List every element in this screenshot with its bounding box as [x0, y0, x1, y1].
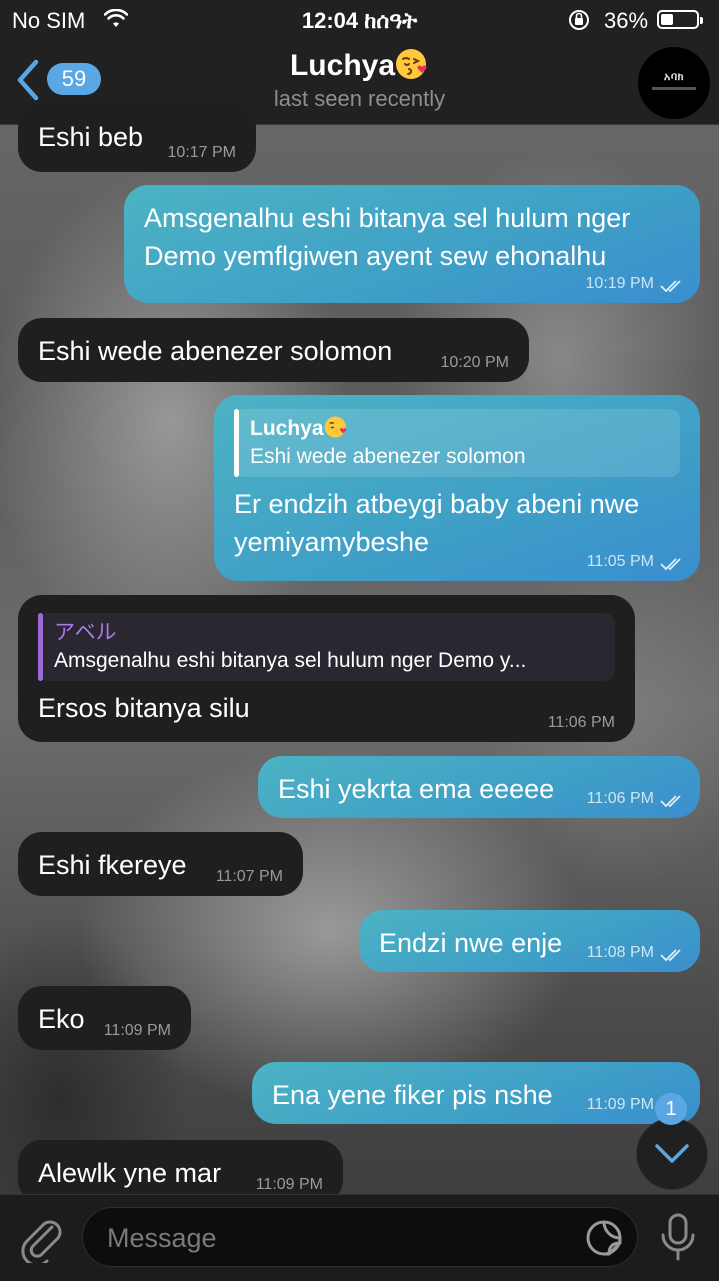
- message-bubble-incoming[interactable]: Eshi beb 10:17 PM: [18, 104, 256, 172]
- reply-text: Amsgenalhu eshi bitanya sel hulum nger D…: [54, 649, 527, 672]
- chevron-down-icon: [655, 1144, 689, 1163]
- avatar-text: አባክ: [663, 71, 685, 83]
- face-blowing-kiss-emoji: [396, 49, 427, 79]
- new-message-count-badge: 1: [655, 1093, 687, 1125]
- battery-percent: 36%: [604, 8, 649, 33]
- message-bubble-outgoing[interactable]: Eshi yekrta ema eeeee 11:06 PM: [258, 756, 700, 818]
- double-check-icon: [660, 795, 681, 808]
- message-time: 11:08 PM: [586, 944, 654, 961]
- message-time: 10:17 PM: [167, 144, 236, 161]
- message-time: 11:06 PM: [586, 790, 654, 807]
- paperclip-icon[interactable]: [18, 1213, 64, 1263]
- message-time: 11:09 PM: [586, 1096, 654, 1113]
- message-bubble-outgoing[interactable]: Ena yene fiker pis nshe 11:09 PM: [252, 1062, 700, 1124]
- message-time: 11:05 PM: [586, 553, 654, 570]
- message-bubble-incoming[interactable]: Eshi fkereye 11:07 PM: [18, 832, 303, 896]
- message-bubble-outgoing[interactable]: Luchya Eshi wede abenezer solomon Er end…: [214, 395, 700, 581]
- message-bubble-incoming[interactable]: アベル Amsgenalhu eshi bitanya sel hulum ng…: [18, 595, 635, 742]
- scroll-to-bottom-button[interactable]: [636, 1118, 708, 1190]
- reply-quote[interactable]: アベル Amsgenalhu eshi bitanya sel hulum ng…: [38, 613, 615, 681]
- reply-sender: アベル: [54, 621, 117, 644]
- contact-name-text: Luchya: [289, 49, 396, 82]
- message-bubble-incoming[interactable]: Eko 11:09 PM: [18, 986, 191, 1050]
- reply-sender: Luchya: [250, 415, 670, 443]
- double-check-icon: [660, 558, 681, 571]
- contact-name[interactable]: Luchya: [0, 47, 719, 83]
- orientation-lock-icon: [569, 10, 589, 30]
- message-input[interactable]: [82, 1207, 638, 1267]
- message-time: 11:09 PM: [255, 1176, 323, 1193]
- contact-avatar[interactable]: አባክ: [637, 46, 711, 120]
- message-input-bar: [0, 1194, 719, 1281]
- message-text: Eshi wede abenezer solomon: [38, 336, 393, 366]
- message-bubble-incoming[interactable]: Eshi wede abenezer solomon 10:20 PM: [18, 318, 529, 382]
- microphone-icon[interactable]: [660, 1213, 696, 1263]
- face-blowing-kiss-emoji: [324, 416, 346, 438]
- message-time: 11:06 PM: [547, 714, 615, 731]
- reply-quote[interactable]: Luchya Eshi wede abenezer solomon: [234, 409, 680, 477]
- message-time: 11:09 PM: [103, 1022, 171, 1039]
- message-text-line: Er endzih atbeygi baby abeni nwe: [234, 489, 640, 519]
- message-bubble-outgoing[interactable]: Amsgenalhu eshi bitanya sel hulum nger D…: [124, 185, 700, 303]
- message-text-line: Amsgenalhu eshi bitanya sel hulum nger: [144, 203, 631, 233]
- message-time: 11:07 PM: [215, 868, 283, 885]
- message-text-line: Demo yemflgiwen ayent sew ehonalhu: [144, 241, 607, 271]
- avatar-underline: [652, 87, 696, 90]
- double-check-icon: [660, 280, 681, 293]
- double-check-icon: [660, 949, 681, 962]
- message-time: 10:19 PM: [585, 275, 654, 292]
- message-bubble-outgoing[interactable]: Endzi nwe enje 11:08 PM: [359, 910, 700, 972]
- battery-icon: [657, 10, 703, 29]
- sticker-icon[interactable]: [585, 1219, 623, 1257]
- reply-text: Eshi wede abenezer solomon: [250, 445, 526, 468]
- message-text: Ersos bitanya silu: [38, 693, 250, 723]
- message-field[interactable]: [105, 1218, 569, 1258]
- message-time: 10:20 PM: [440, 354, 509, 371]
